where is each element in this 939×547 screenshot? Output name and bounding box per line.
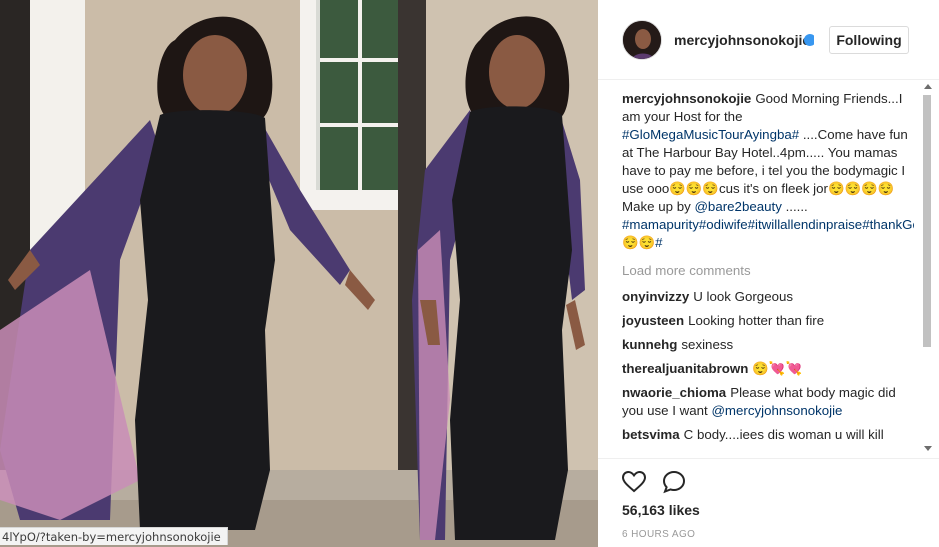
comment-username[interactable]: therealjuanitabrown	[622, 361, 748, 376]
caption-username[interactable]: mercyjohnsonokojie	[622, 91, 751, 106]
post-username[interactable]: mercyjohnsonokojie	[674, 32, 810, 48]
post-timestamp[interactable]: 6 HOURS AGO	[622, 529, 695, 540]
caption-text: ......	[781, 199, 808, 214]
comment-text: C body....iees dis woman u will kill	[683, 427, 884, 442]
comment-username[interactable]: kunnehg	[622, 337, 677, 352]
heart-outline-icon[interactable]	[621, 469, 647, 495]
comment-username[interactable]: betsvima	[622, 427, 680, 442]
caption: mercyjohnsonokojie Good Morning Friends..…	[622, 90, 914, 252]
comment-item: nwaorie_chioma Please what body magic did…	[622, 384, 914, 420]
scroll-down-arrow-icon[interactable]	[924, 446, 932, 451]
scroll-up-arrow-icon[interactable]	[924, 84, 932, 89]
scrollbar-thumb[interactable]	[923, 95, 931, 347]
comments-scrollbar[interactable]	[919, 80, 935, 458]
post-side-panel: mercyjohnsonokojie Following mercyjohnso…	[598, 0, 939, 547]
load-more-comments-link[interactable]: Load more comments	[622, 262, 914, 280]
comment-item: betsvima C body....iees dis woman u will …	[622, 426, 914, 444]
comment-item: kunnehg sexiness	[622, 336, 914, 354]
comment-item: therealjuanitabrown 😌💘💘	[622, 360, 914, 378]
post-header: mercyjohnsonokojie Following	[598, 0, 939, 80]
caption-hashtag[interactable]: #mamapurity#odiwife#itwillallendinpraise…	[622, 217, 914, 250]
comment-username[interactable]: nwaorie_chioma	[622, 385, 726, 400]
speech-bubble-icon[interactable]	[661, 469, 687, 495]
comment-username[interactable]: joyusteen	[622, 313, 684, 328]
comments-list[interactable]: mercyjohnsonokojie Good Morning Friends..…	[622, 90, 914, 456]
post-photo[interactable]: 4lYpO/?taken-by=mercyjohnsonokojie	[0, 0, 598, 547]
comment-item: onyinvizzy U look Gorgeous	[622, 288, 914, 306]
comment-text: 😌💘💘	[752, 361, 803, 376]
verified-badge-icon	[804, 34, 814, 46]
comment-item: joyusteen Looking hotter than fire	[622, 312, 914, 330]
comment-username[interactable]: onyinvizzy	[622, 289, 689, 304]
likes-count[interactable]: 56,163 likes	[622, 502, 700, 518]
following-button[interactable]: Following	[829, 26, 909, 54]
comment-text: sexiness	[681, 337, 734, 352]
avatar[interactable]	[622, 20, 662, 60]
comment-text: Looking hotter than fire	[688, 313, 825, 328]
comment-mention[interactable]: @mercyjohnsonokojie	[711, 403, 842, 418]
caption-mention[interactable]: @bare2beauty	[694, 199, 781, 214]
post-actions: 56,163 likes 6 HOURS AGO	[598, 458, 939, 547]
comment-text: U look Gorgeous	[693, 289, 794, 304]
photo-illustration	[0, 0, 598, 547]
avatar-image	[623, 21, 661, 59]
status-url: 4lYpO/?taken-by=mercyjohnsonokojie	[0, 527, 228, 545]
caption-hashtag[interactable]: #GloMegaMusicTourAyingba#	[622, 127, 799, 142]
